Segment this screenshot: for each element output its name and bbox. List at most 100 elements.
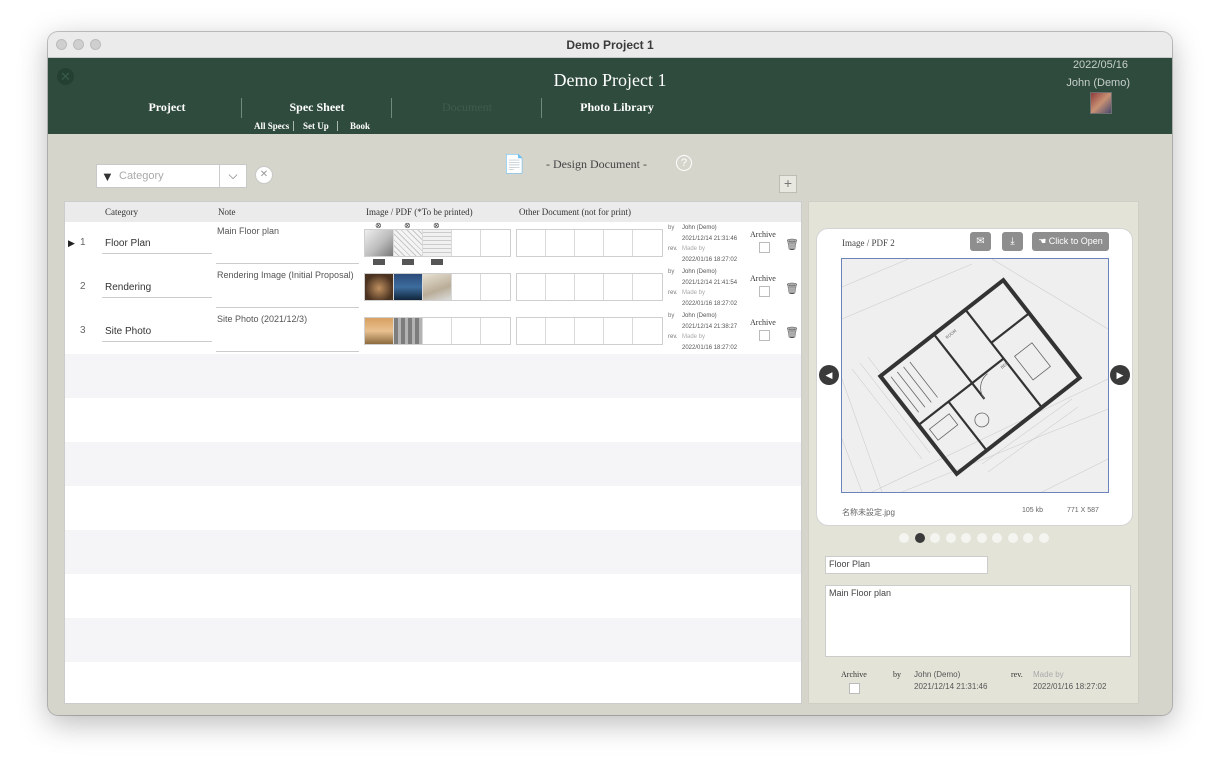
category-field[interactable]: Floor Plan [102,234,212,254]
empty-row [65,354,801,398]
selected-row-indicator-icon: ▶ [68,238,75,248]
document-slot[interactable] [575,274,604,300]
nav-document[interactable]: Document [434,100,500,115]
image-thumbnail[interactable] [394,318,423,344]
image-slot[interactable] [481,274,510,300]
image-thumbnail[interactable]: ⊗ [365,221,394,265]
table-row[interactable]: 3 Site Photo Site Photo (2021/12/3) by Jo… [65,310,801,354]
remove-image-icon[interactable]: ⊗ [375,221,382,230]
document-table: Category Note Image / PDF (*To be printe… [64,201,802,704]
previous-arrow-icon[interactable]: ◀ [819,365,839,385]
revised-date: 2022/01/16 18:27:02 [682,300,738,307]
image-slot[interactable] [452,274,481,300]
note-field[interactable]: Main Floor plan [216,226,359,264]
remove-image-icon[interactable]: ⊗ [433,221,440,230]
document-slot[interactable] [575,318,604,344]
document-slot[interactable] [546,274,575,300]
created-date: 2021/12/14 21:41:54 [682,279,738,286]
clear-filter-button[interactable]: ✕ [255,166,273,184]
document-slot[interactable] [575,230,604,256]
archive-checkbox[interactable] [759,242,770,253]
mail-icon[interactable]: ✉ [970,232,991,251]
remove-image-icon[interactable]: ⊗ [404,221,411,230]
detail-category-field[interactable]: Floor Plan [825,556,988,574]
created-by: John (Demo) [682,269,717,275]
subnav-set-up[interactable]: Set Up [303,121,329,131]
avatar[interactable] [1090,92,1112,114]
help-icon[interactable]: ? [676,155,692,171]
column-header-note: Note [218,207,236,217]
revised-by: Made by [682,246,706,252]
document-slot[interactable] [633,318,662,344]
page-dot[interactable] [930,533,940,543]
window-title: Demo Project 1 [566,38,654,52]
archive-checkbox[interactable] [759,286,770,297]
floor-plan-preview[interactable]: ROOM BED [841,258,1109,493]
page-dot[interactable] [914,533,925,543]
image-slot[interactable] [423,318,452,344]
image-thumbnail[interactable] [365,318,394,344]
nav-photo-library[interactable]: Photo Library [577,100,657,115]
image-thumbnail[interactable] [394,274,423,300]
table-row[interactable]: ▶ 1 Floor Plan Main Floor plan ⊗ ⊗ ⊗ by J… [65,221,801,266]
page-dot[interactable] [899,533,909,543]
trash-icon[interactable]: 🗑 [785,326,799,339]
rev-label: rev. [668,246,678,252]
add-row-button[interactable]: + [779,175,797,193]
detail-created-date: 2021/12/14 21:31:46 [914,682,988,691]
subnav-book[interactable]: Book [350,121,370,131]
subnav-all-specs[interactable]: All Specs [254,121,289,131]
image-slot[interactable] [481,318,510,344]
next-arrow-icon[interactable]: ▶ [1110,365,1130,385]
document-slot[interactable] [517,230,546,256]
document-slot[interactable] [517,274,546,300]
document-strip [516,273,663,301]
page-dot[interactable] [976,533,987,543]
download-icon[interactable]: ⤓ [1002,232,1023,251]
image-thumbnail[interactable]: ⊗ [394,221,423,265]
image-thumbnail[interactable]: ⊗ [423,221,452,265]
image-slot[interactable] [452,318,481,344]
page-dot[interactable] [961,533,971,543]
image-thumbnail[interactable] [423,274,452,300]
image-strip [364,317,511,345]
note-field[interactable]: Site Photo (2021/12/3) [216,314,359,352]
archive-checkbox[interactable] [759,330,770,341]
page-dot[interactable] [1023,533,1033,543]
detail-note-field[interactable]: Main Floor plan [825,585,1131,657]
document-slot[interactable] [633,230,662,256]
chevron-down-icon[interactable]: ⌵ [219,165,246,187]
document-slot[interactable] [604,318,633,344]
image-slot[interactable] [481,230,510,256]
image-thumbnail[interactable] [365,274,394,300]
row-number: 1 [80,237,86,248]
document-slot[interactable] [546,318,575,344]
trash-icon[interactable]: 🗑 [785,238,799,251]
page-dot[interactable] [1007,533,1018,543]
document-slot[interactable] [546,230,575,256]
preview-title: Image / PDF 2 [842,238,895,248]
category-field[interactable]: Site Photo [102,322,212,342]
document-slot[interactable] [633,274,662,300]
page-dot[interactable] [1038,533,1049,543]
document-slot[interactable] [604,274,633,300]
page-dot[interactable] [945,533,956,543]
document-slot[interactable] [604,230,633,256]
page-dot[interactable] [992,533,1002,543]
category-filter[interactable]: ▼ Category ⌵ [96,164,247,188]
trash-icon[interactable]: 🗑 [785,282,799,295]
nav-spec-sheet[interactable]: Spec Sheet [284,100,350,115]
table-row[interactable]: 2 Rendering Rendering Image (Initial Pro… [65,266,801,310]
image-slot[interactable] [452,230,481,256]
nav-divider [391,98,392,118]
click-to-open-button[interactable]: ☚ Click to Open [1032,232,1109,251]
note-field[interactable]: Rendering Image (Initial Proposal) [216,270,359,308]
category-field[interactable]: Rendering [102,278,212,298]
detail-created-by: John (Demo) [914,670,961,679]
document-slot[interactable] [517,318,546,344]
empty-row [65,618,801,662]
image-dimensions: 771 X 587 [1067,507,1099,514]
nav-project[interactable]: Project [141,100,193,115]
image-badge [402,259,414,265]
detail-archive-checkbox[interactable] [849,683,860,694]
